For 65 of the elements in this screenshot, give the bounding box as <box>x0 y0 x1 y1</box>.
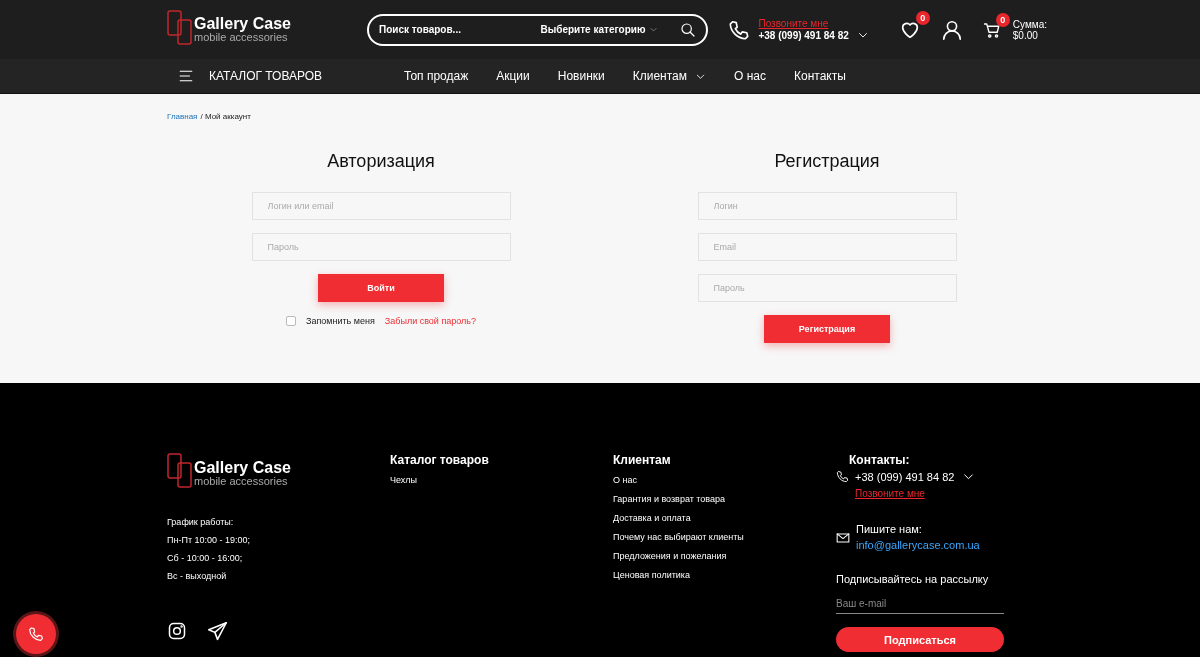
breadcrumb-current: / Мой аккаунт <box>200 112 251 121</box>
input-field[interactable]: Email <box>697 233 957 261</box>
phone-icon <box>728 18 751 41</box>
schedule-text: Вс - выходной <box>167 571 228 581</box>
schedule-text: Пн-Пт 10:00 - 19:00; <box>167 535 251 545</box>
call-button[interactable] <box>16 614 56 654</box>
forgot-password-link[interactable]: Забыли свой пароль? <box>384 316 477 326</box>
nav-link[interactable]: О нас <box>734 69 766 83</box>
envelope-icon <box>836 531 850 545</box>
subscribe-label: Подписывайтесь на рассылку <box>836 573 989 585</box>
logo-title[interactable]: Gallery Case <box>194 459 291 476</box>
logo-title[interactable]: Gallery Case <box>194 16 291 32</box>
input-field[interactable]: Пароль <box>697 274 957 302</box>
checkbox[interactable] <box>285 316 296 326</box>
form-title: Авторизация <box>327 151 435 172</box>
checkbox-label: Запомнить меня <box>305 316 375 326</box>
footer-link[interactable]: Чехлы <box>390 475 418 485</box>
instagram-icon[interactable] <box>167 621 187 642</box>
footer-link[interactable]: Предложения и пожелания <box>613 551 727 561</box>
menu-icon[interactable] <box>177 69 195 83</box>
phone-icon <box>28 626 44 642</box>
submit-button[interactable]: Регистрация <box>764 315 890 343</box>
user-icon[interactable] <box>940 18 963 41</box>
search-icon[interactable] <box>680 21 697 38</box>
logo-tagline: mobile accessories <box>194 475 289 487</box>
paper-plane-icon[interactable] <box>207 621 228 642</box>
catalog-menu-button[interactable]: КАТАЛОГ ТОВАРОВ <box>209 69 323 83</box>
footer-link[interactable]: О нас <box>613 475 637 485</box>
callback-link[interactable]: Позвоните мне <box>758 18 869 29</box>
nav-link[interactable]: Акции <box>496 69 530 83</box>
input-field[interactable]: Логин <box>697 192 957 220</box>
count-badge: 0 <box>915 10 930 25</box>
phone-number[interactable]: +38 (099) 491 84 82 <box>855 470 955 483</box>
count-badge: 0 <box>995 12 1010 27</box>
logo-tagline: mobile accessories <box>194 32 289 43</box>
search-field[interactable]: Поиск товаров... Выберите категорию <box>367 13 709 46</box>
submit-button[interactable]: Войти <box>318 274 444 302</box>
input-field[interactable]: Пароль <box>251 233 511 261</box>
nav-link[interactable]: Топ продаж <box>404 69 469 83</box>
phone-number[interactable]: +38 (099) 491 84 82 <box>758 29 849 41</box>
schedule-text: Сб - 10:00 - 16:00; <box>167 553 244 563</box>
footer-heading: Контакты: <box>849 453 910 467</box>
subscribe-button[interactable]: Подписаться <box>836 627 1004 652</box>
nav-link[interactable]: Клиентам <box>632 69 706 83</box>
form-title: Регистрация <box>774 151 880 172</box>
contact-label: Пишите нам: <box>856 523 923 535</box>
nav-link[interactable]: Контакты <box>794 69 846 83</box>
input-field[interactable]: Логин или email <box>251 192 511 220</box>
chevron-down-icon <box>649 25 659 34</box>
email-link[interactable]: info@gallerycase.com.ua <box>856 539 980 551</box>
footer-link[interactable]: Доставка и оплата <box>613 513 691 523</box>
phone-icon <box>836 470 849 483</box>
cart-icon[interactable] <box>982 20 1001 39</box>
footer-heading: Клиентам <box>613 453 671 467</box>
cart-total-label: Сумма: <box>1012 18 1047 30</box>
footer-link[interactable]: Ценовая политика <box>613 570 690 580</box>
callback-link[interactable]: Позвоните мне <box>855 488 925 499</box>
category-dropdown[interactable]: Выберите категорию <box>540 24 659 35</box>
footer-link[interactable]: Гарантия и возврат товара <box>613 494 726 504</box>
footer-link[interactable]: Почему нас выбирают клиенты <box>613 532 744 542</box>
cart-total-value: $0.00 <box>1012 29 1038 41</box>
breadcrumb-link[interactable]: Главная <box>167 112 198 121</box>
nav-link[interactable]: Новинки <box>557 69 605 83</box>
schedule-text: График работы: <box>167 517 235 527</box>
footer-heading: Каталог товаров <box>390 453 489 467</box>
